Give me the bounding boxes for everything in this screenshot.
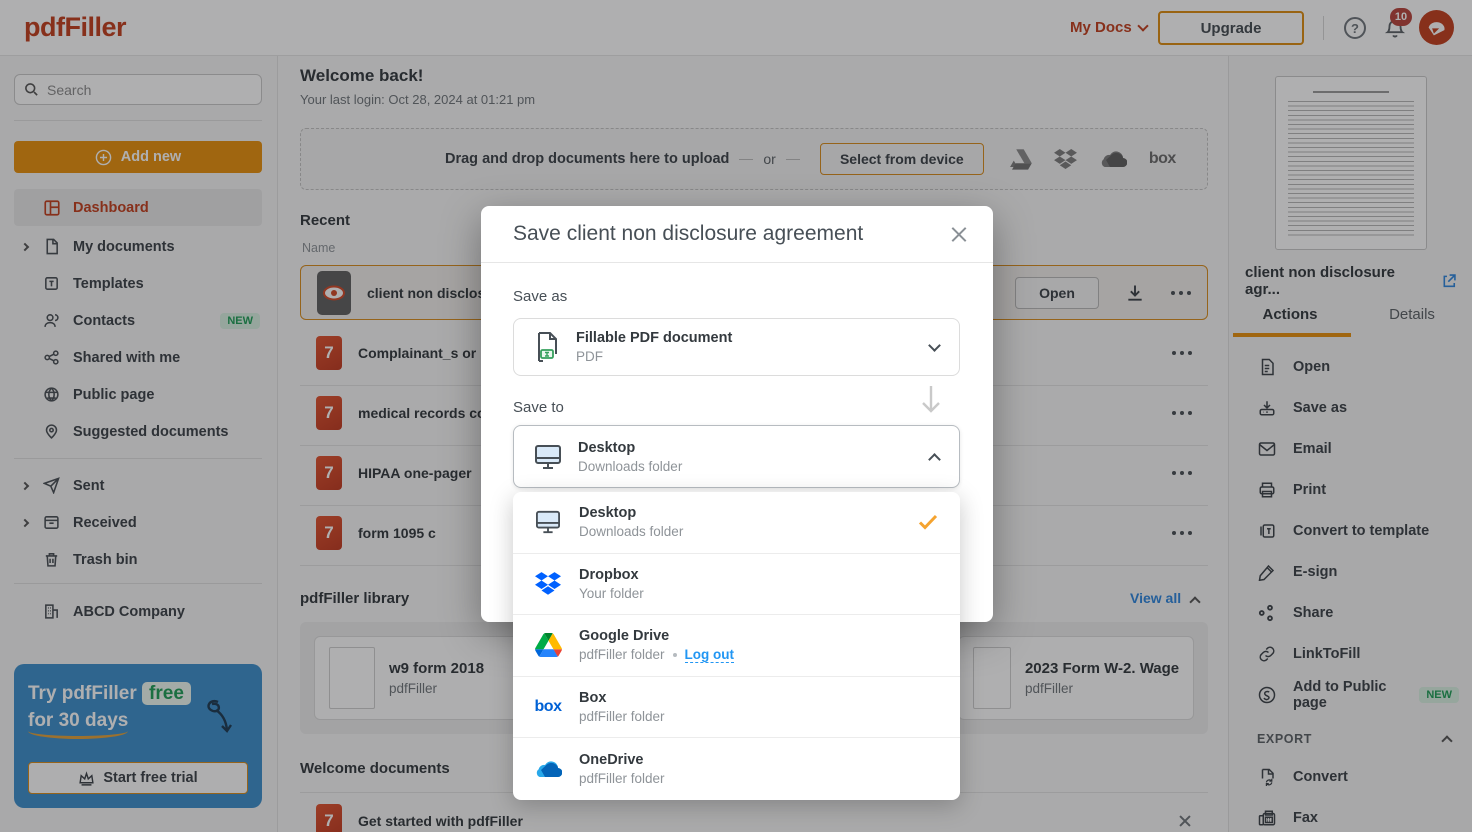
option-subtitle: pdfFiller folder (579, 771, 665, 786)
dropbox-icon (533, 569, 563, 599)
option-name: Dropbox (579, 567, 644, 583)
google-drive-icon (533, 630, 563, 660)
save-to-value: Desktop (578, 440, 682, 456)
dot-separator (673, 653, 677, 657)
close-icon[interactable] (951, 226, 967, 242)
option-subtitle: pdfFiller folder (579, 709, 665, 724)
save-to-label: Save to (513, 399, 564, 416)
modal-header: Save client non disclosure agreement (481, 206, 993, 263)
option-name: Box (579, 690, 665, 706)
option-subtitle: Downloads folder (579, 524, 683, 539)
save-as-format: PDF (576, 349, 732, 364)
dropdown-option-dropbox[interactable]: Dropbox Your folder (513, 554, 960, 616)
option-subtitle: pdfFiller folder (579, 647, 665, 662)
fillable-pdf-icon (534, 332, 560, 362)
dropdown-option-desktop[interactable]: Desktop Downloads folder (513, 492, 960, 554)
dropdown-option-google-drive[interactable]: Google Drive pdfFiller folder Log out (513, 615, 960, 677)
onedrive-icon (533, 754, 563, 784)
option-subtitle: Your folder (579, 586, 644, 601)
desktop-icon (534, 444, 562, 470)
option-name: OneDrive (579, 752, 665, 768)
dropdown-option-box[interactable]: box Box pdfFiller folder (513, 677, 960, 739)
save-to-dropdown: Desktop Downloads folder Dropbox Your fold… (513, 492, 960, 800)
option-name: Desktop (579, 505, 683, 521)
save-to-folder: Downloads folder (578, 459, 682, 474)
box-icon: box (533, 692, 563, 722)
chevron-up-icon (928, 453, 941, 466)
check-icon (918, 514, 938, 530)
logout-link[interactable]: Log out (685, 647, 734, 663)
flow-arrow-down-icon (919, 384, 943, 414)
save-to-select[interactable]: Desktop Downloads folder (513, 425, 960, 488)
save-as-label: Save as (513, 288, 567, 305)
chevron-down-icon (928, 339, 941, 352)
pdffiller-app: pdfFiller My Docs Upgrade ? 10 Add new D… (0, 0, 1472, 832)
dropdown-option-onedrive[interactable]: OneDrive pdfFiller folder (513, 738, 960, 800)
save-as-value: Fillable PDF document (576, 330, 732, 346)
modal-title: Save client non disclosure agreement (513, 222, 863, 246)
desktop-icon (533, 507, 563, 537)
option-name: Google Drive (579, 628, 734, 644)
save-as-select[interactable]: Fillable PDF document PDF (513, 318, 960, 376)
